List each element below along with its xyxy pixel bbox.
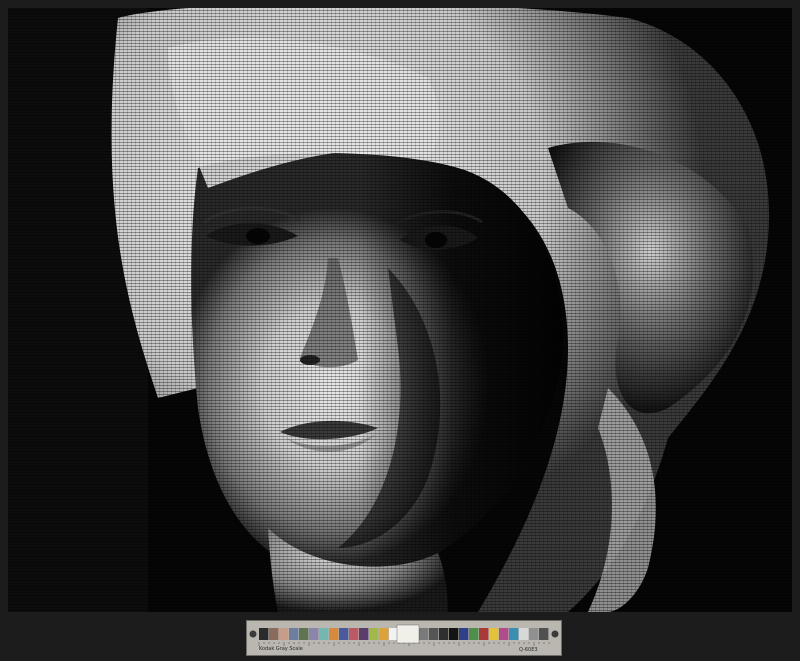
registration-mark (249, 630, 257, 638)
target-right-label: Q-60E3 (519, 647, 538, 653)
color-patch (369, 628, 379, 640)
color-patch (539, 628, 549, 640)
registration-mark (551, 630, 559, 638)
color-patch (259, 628, 269, 640)
color-patch (529, 628, 539, 640)
color-patch (279, 628, 289, 640)
color-patch (339, 628, 349, 640)
page: Kodak Gray Scale Q-60E3 (0, 0, 800, 661)
color-patch (499, 628, 509, 640)
color-patch (469, 628, 479, 640)
color-patch (519, 628, 529, 640)
color-patch (379, 628, 389, 640)
color-patch (289, 628, 299, 640)
color-patch (439, 628, 449, 640)
color-patch (459, 628, 469, 640)
color-calibration-target: Kodak Gray Scale Q-60E3 (246, 620, 562, 656)
color-patch (359, 628, 369, 640)
color-patch (269, 628, 279, 640)
color-patch (489, 628, 499, 640)
photograph-print (8, 8, 792, 612)
color-patch (449, 628, 459, 640)
color-patch (319, 628, 329, 640)
color-patch (429, 628, 439, 640)
color-patch (309, 628, 319, 640)
color-patch (329, 628, 339, 640)
target-center-block (396, 624, 420, 644)
color-patch (419, 628, 429, 640)
portrait-image (8, 8, 792, 612)
color-patch (509, 628, 519, 640)
color-patch (349, 628, 359, 640)
target-left-label: Kodak Gray Scale (259, 646, 303, 652)
color-patch (299, 628, 309, 640)
color-patch (479, 628, 489, 640)
